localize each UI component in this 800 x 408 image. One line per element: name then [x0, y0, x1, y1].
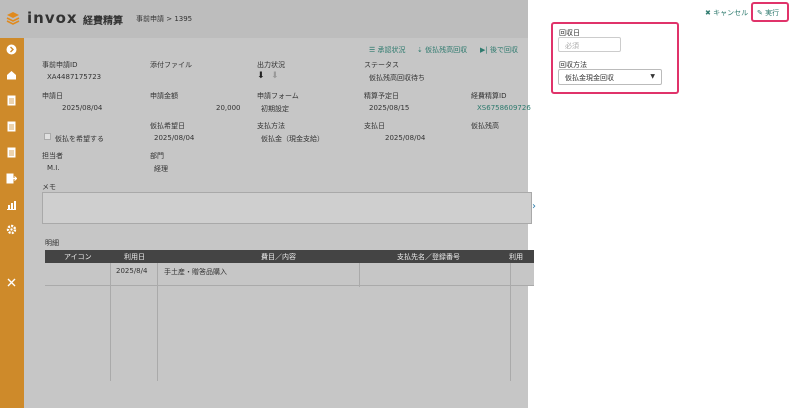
approval-status-button[interactable]: ☰ 承認状況: [369, 45, 406, 55]
col-icon: アイコン: [64, 253, 92, 261]
document-icon[interactable]: [5, 120, 18, 133]
breadcrumb[interactable]: 事前申請 > 1395: [136, 14, 192, 24]
collect-date-input[interactable]: 必須: [558, 37, 621, 52]
settle-date-label: 精算予定日: [364, 92, 399, 100]
attachment-label: 添付ファイル: [150, 61, 192, 69]
dept-label: 部門: [150, 152, 164, 160]
sidebar: [0, 38, 24, 408]
status-label: ステータス: [364, 61, 399, 69]
advance-collection-button[interactable]: ⇣ 仮払残高回収: [417, 45, 467, 55]
dept-value: 経理: [154, 165, 168, 173]
collection-panel: ✖ キャンセル ✎ 実行 回収日 必須 回収方法 仮払金現金回収 ▼: [543, 0, 800, 408]
row-date: 2025/8/4: [116, 267, 148, 275]
expense-id-label: 経費精算ID: [471, 92, 507, 100]
main-content: ☰ 承認状況 ⇣ 仮払残高回収 ▶| 後で回収 事前申請ID XA4487175…: [24, 38, 534, 408]
request-id-label: 事前申請ID: [42, 61, 78, 69]
form-value: 初期設定: [261, 105, 289, 113]
want-advance-label: 仮払を希望する: [55, 135, 104, 143]
amount-value: 20,000: [216, 104, 241, 112]
output-label: 出力状況: [257, 61, 285, 69]
settle-date: 2025/08/15: [369, 104, 410, 112]
advance-balance-label: 仮払残高: [471, 122, 499, 130]
chart-icon[interactable]: [5, 198, 18, 211]
collect-date-placeholder: 必須: [565, 42, 579, 50]
table-row[interactable]: 2025/8/4 手土産・贈答品購入: [45, 263, 534, 286]
person-value: M.I.: [47, 164, 60, 172]
payment-method-label: 支払方法: [257, 122, 285, 130]
col-amount: 利用: [509, 253, 523, 261]
payment-date: 2025/08/04: [385, 134, 426, 142]
chevron-right-icon[interactable]: ›: [532, 201, 536, 212]
top-bar: invox 経費精算 事前申請 > 1395: [0, 0, 528, 38]
home-icon[interactable]: [5, 68, 18, 81]
execute-highlight: [751, 2, 789, 22]
amount-label: 申請金額: [150, 92, 178, 100]
advance-hope-date-label: 仮払希望日: [150, 122, 185, 130]
person-label: 担当者: [42, 152, 63, 160]
payment-method: 仮払金（現金支給）: [261, 135, 324, 143]
advance-hope-date: 2025/08/04: [154, 134, 195, 142]
request-id: XA4487175723: [47, 73, 102, 81]
collect-method-value: 仮払金現金回収: [565, 74, 614, 82]
logo-icon: [6, 12, 20, 25]
dropdown-arrow-icon: ▼: [650, 73, 655, 80]
row-content: 手土産・贈答品購入: [164, 268, 227, 276]
document-icon[interactable]: [5, 94, 18, 107]
table-header: アイコン 利用日 費目／内容 支払先名／登録番号 利用: [45, 250, 534, 263]
col-content: 費目／内容: [261, 253, 296, 261]
status-value: 仮払残高回収待ち: [369, 74, 425, 82]
col-payee: 支払先名／登録番号: [397, 253, 460, 261]
download-disabled-icon: ⬇: [271, 71, 279, 81]
request-date: 2025/08/04: [62, 104, 103, 112]
form-label: 申請フォーム: [257, 92, 299, 100]
cancel-button[interactable]: ✖ キャンセル: [705, 8, 748, 18]
later-collection-button[interactable]: ▶| 後で回収: [480, 45, 518, 55]
app-name: 経費精算: [83, 16, 123, 27]
logo-text: invox: [27, 9, 78, 27]
payment-date-label: 支払日: [364, 122, 385, 130]
chevron-circle-icon[interactable]: [5, 43, 18, 56]
gear-icon[interactable]: [5, 223, 18, 236]
want-advance-checkbox[interactable]: [44, 133, 51, 140]
collect-method-select[interactable]: 仮払金現金回収 ▼: [558, 69, 662, 85]
export-icon[interactable]: [5, 172, 18, 185]
memo-field[interactable]: [42, 192, 532, 224]
request-date-label: 申請日: [42, 92, 63, 100]
table-title: 明細: [45, 239, 59, 247]
download-icon[interactable]: ⬇: [257, 71, 265, 81]
col-date: 利用日: [124, 253, 145, 261]
expense-id-link[interactable]: XS6758609726: [477, 104, 531, 112]
document-icon[interactable]: [5, 146, 18, 159]
detail-table: アイコン 利用日 費目／内容 支払先名／登録番号 利用 2025/8/4 手土産…: [45, 250, 534, 381]
tools-icon[interactable]: [5, 276, 18, 289]
memo-label: メモ: [42, 183, 56, 191]
